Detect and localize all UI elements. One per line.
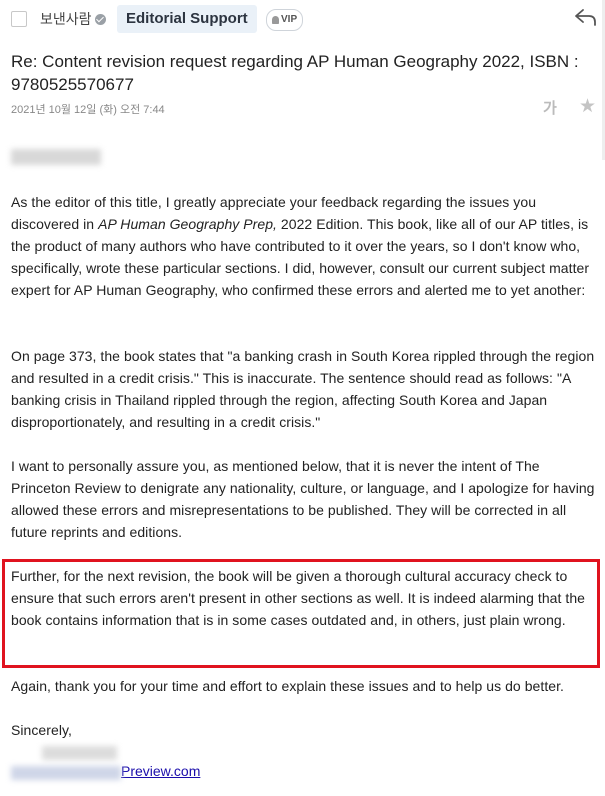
redacted-email-prefix: [11, 766, 121, 780]
paragraph-4-highlighted: Further, for the next revision, the book…: [11, 568, 585, 628]
email-header: 보낸사람 Editorial Support VIP: [0, 0, 605, 40]
paragraph-3: I want to personally assure you, as ment…: [11, 458, 595, 540]
select-checkbox[interactable]: [11, 11, 27, 27]
bell-icon: [272, 16, 279, 24]
book-title: AP Human Geography Prep,: [98, 216, 277, 232]
vip-label: VIP: [281, 14, 298, 25]
redacted-signature-name: [42, 746, 117, 760]
email-date: 2021년 10월 12일 (화) 오전 7:44: [11, 104, 165, 116]
reply-icon[interactable]: [574, 6, 598, 28]
sender-name-chip[interactable]: Editorial Support: [117, 5, 257, 33]
redacted-greeting: [11, 149, 101, 165]
signature-email-link[interactable]: Preview.com: [11, 763, 200, 780]
closing: Sincerely,: [11, 722, 72, 738]
verified-check-icon: [94, 13, 106, 25]
sender-label-text: 보낸사람: [40, 11, 92, 27]
vip-badge[interactable]: VIP: [266, 9, 304, 31]
signature-email-suffix: Preview.com: [121, 763, 201, 779]
paragraph-2: On page 373, the book states that "a ban…: [11, 348, 595, 430]
star-icon[interactable]: ★: [579, 95, 596, 118]
sender-label: 보낸사람: [40, 9, 106, 29]
paragraph-5: Again, thank you for your time and effor…: [11, 678, 564, 694]
paragraph-1: As the editor of this title, I greatly a…: [11, 191, 601, 301]
font-size-icon[interactable]: 가: [543, 97, 557, 118]
email-subject: Re: Content revision request regarding A…: [11, 52, 579, 94]
